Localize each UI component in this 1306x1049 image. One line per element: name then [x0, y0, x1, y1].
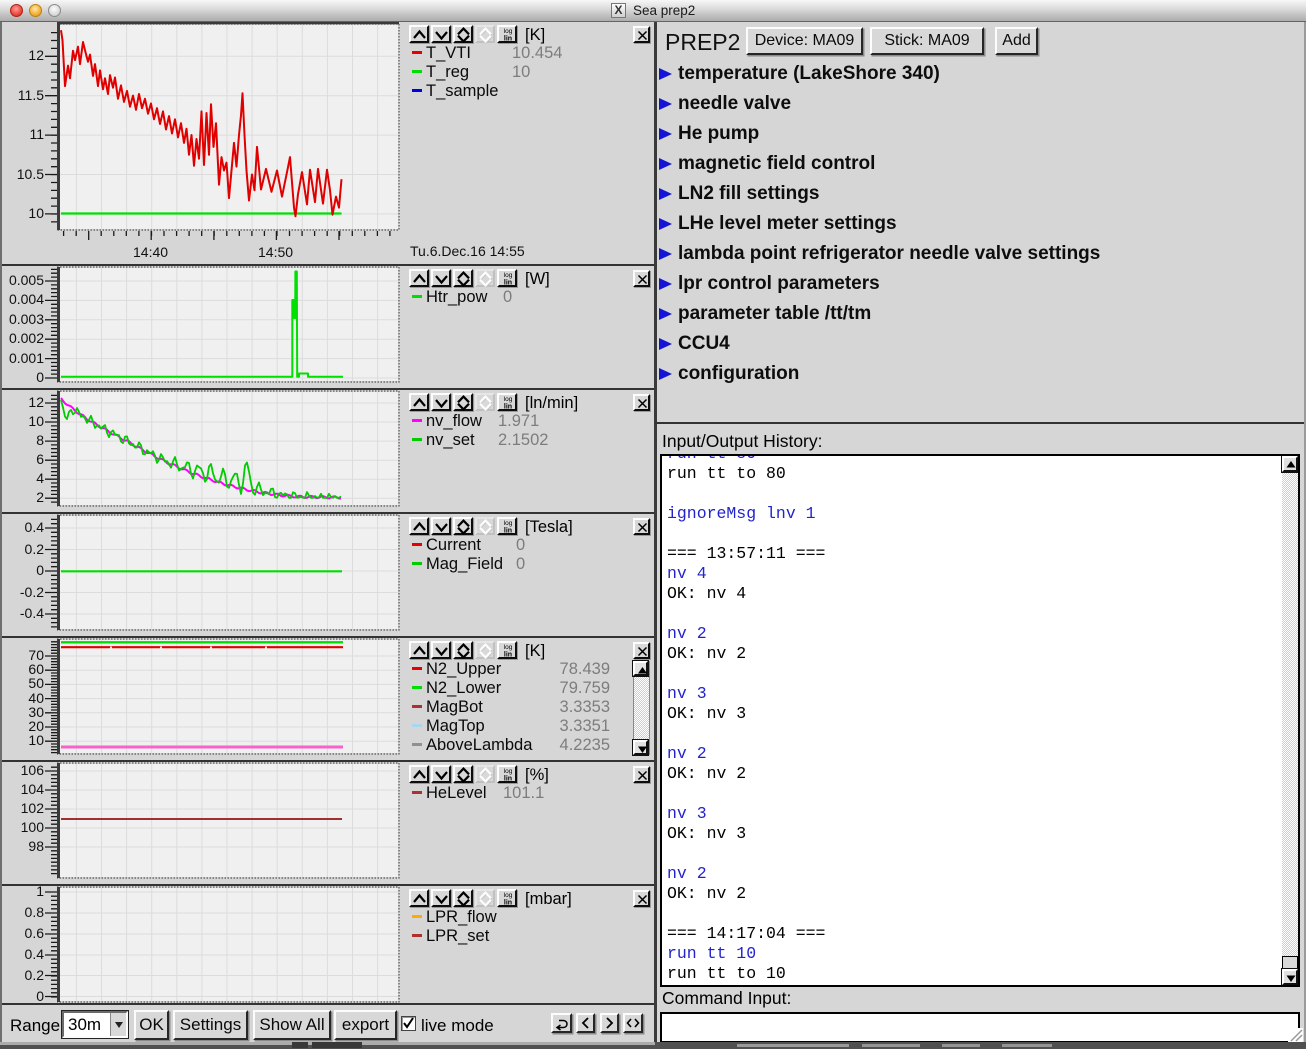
svg-text:log: log — [504, 892, 513, 899]
svg-text:log: log — [504, 520, 513, 527]
svg-text:lin: lin — [504, 36, 512, 43]
svg-text:log: log — [504, 644, 513, 651]
svg-text:log: log — [504, 272, 513, 279]
svg-text:log: log — [504, 28, 513, 35]
svg-text:lin: lin — [504, 776, 512, 783]
svg-text:lin: lin — [504, 404, 512, 411]
svg-text:lin: lin — [504, 900, 512, 907]
svg-text:log: log — [504, 768, 513, 775]
svg-text:lin: lin — [504, 280, 512, 287]
svg-text:lin: lin — [504, 528, 512, 535]
svg-text:log: log — [504, 396, 513, 403]
svg-text:lin: lin — [504, 652, 512, 659]
